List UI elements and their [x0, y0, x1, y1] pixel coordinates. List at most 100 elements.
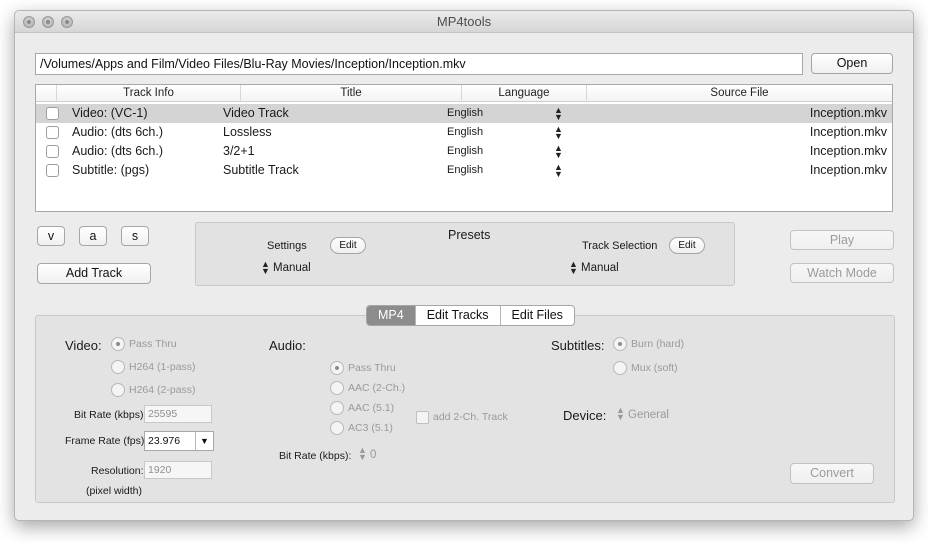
- track-language[interactable]: English: [447, 104, 483, 123]
- audio-bitrate-label: Bit Rate (kbps):: [279, 450, 352, 462]
- video-h264-2pass-radio[interactable]: [111, 383, 125, 397]
- table-row[interactable]: Video: (VC-1) Video Track English ▲ ▼ Inc…: [36, 104, 892, 123]
- device-stepper-icon[interactable]: ▲ ▼: [616, 406, 625, 422]
- window-title: MP4tools: [436, 14, 492, 29]
- video-passthru-radio[interactable]: [111, 337, 125, 351]
- audio-track-button[interactable]: a: [79, 226, 107, 246]
- subtitles-mux-radio[interactable]: [613, 361, 627, 375]
- track-source-file: Inception.mkv: [809, 106, 887, 120]
- audio-aac-51-radio[interactable]: [330, 401, 344, 415]
- track-info: Audio: (dts 6ch.): [72, 144, 164, 158]
- open-button[interactable]: Open: [811, 53, 893, 74]
- output-settings-panel: Video: Pass Thru H264 (1-pass) H264 (2-p…: [35, 315, 895, 503]
- track-source-file: Inception.mkv: [809, 144, 887, 158]
- track-info: Video: (VC-1): [72, 106, 148, 120]
- zoom-window-button[interactable]: [61, 16, 73, 28]
- language-stepper-icon[interactable]: ▲ ▼: [554, 106, 563, 122]
- track-selection-edit-button[interactable]: Edit: [669, 237, 705, 254]
- video-bitrate-field[interactable]: 25595: [144, 405, 212, 423]
- device-value[interactable]: General: [628, 409, 669, 421]
- presets-panel: Presets Settings Edit ▲ ▼ Manual Track Se…: [195, 222, 735, 286]
- tab-mp4[interactable]: MP4: [367, 306, 415, 325]
- track-title[interactable]: 3/2+1: [223, 142, 255, 161]
- audio-option-label: Pass Thru: [348, 362, 396, 374]
- audio-option-label: AAC (5.1): [348, 402, 395, 414]
- table-header: Track Info Title Language Source File: [36, 85, 892, 102]
- close-window-button[interactable]: [23, 16, 35, 28]
- settings-edit-button[interactable]: Edit: [330, 237, 366, 254]
- track-checkbox[interactable]: [46, 107, 59, 120]
- tracks-table: Track Info Title Language Source File Vi…: [35, 84, 893, 212]
- dropdown-arrow-icon[interactable]: ▼: [195, 432, 213, 450]
- resolution-field[interactable]: 1920: [144, 461, 212, 479]
- video-track-button[interactable]: v: [37, 226, 65, 246]
- audio-ac3-51-radio[interactable]: [330, 421, 344, 435]
- audio-bitrate-stepper-icon[interactable]: ▲ ▼: [358, 446, 367, 462]
- frame-rate-label: Frame Rate (fps):: [65, 435, 148, 447]
- track-info: Audio: (dts 6ch.): [72, 125, 164, 139]
- add-2ch-track-label: add 2-Ch. Track: [433, 411, 508, 423]
- file-path-field[interactable]: /Volumes/Apps and Film/Video Files/Blu-R…: [35, 53, 803, 75]
- track-title[interactable]: Lossless: [223, 123, 272, 142]
- watch-mode-button[interactable]: Watch Mode: [790, 263, 894, 283]
- settings-preset-value[interactable]: Manual: [273, 262, 311, 274]
- track-selection-stepper-icon[interactable]: ▲ ▼: [569, 260, 578, 276]
- track-source-file: Inception.mkv: [809, 163, 887, 177]
- add-2ch-track-checkbox[interactable]: [416, 411, 429, 424]
- subtitles-section-label: Subtitles:: [551, 338, 605, 353]
- language-stepper-icon[interactable]: ▲ ▼: [554, 163, 563, 179]
- column-title[interactable]: Title: [240, 85, 461, 102]
- play-button[interactable]: Play: [790, 230, 894, 250]
- app-window: MP4tools /Volumes/Apps and Film/Video Fi…: [14, 10, 914, 521]
- track-checkbox[interactable]: [46, 145, 59, 158]
- track-title[interactable]: Video Track: [223, 104, 289, 123]
- audio-option-label: AAC (2-Ch.): [348, 382, 406, 394]
- settings-label: Settings: [267, 240, 307, 252]
- video-option-label: H264 (1-pass): [129, 361, 196, 373]
- language-stepper-icon[interactable]: ▲ ▼: [554, 125, 563, 141]
- audio-passthru-radio[interactable]: [330, 361, 344, 375]
- video-bitrate-label: Bit Rate (kbps):: [74, 409, 147, 421]
- column-language[interactable]: Language: [461, 85, 586, 102]
- audio-option-label: AC3 (5.1): [348, 422, 393, 434]
- video-option-label: Pass Thru: [129, 338, 177, 350]
- track-language[interactable]: English: [447, 142, 483, 161]
- audio-bitrate-value[interactable]: 0: [370, 449, 376, 461]
- table-row[interactable]: Audio: (dts 6ch.) Lossless English ▲ ▼ In…: [36, 123, 892, 142]
- video-h264-1pass-radio[interactable]: [111, 360, 125, 374]
- settings-stepper-icon[interactable]: ▲ ▼: [261, 260, 270, 276]
- subtitle-track-button[interactable]: s: [121, 226, 149, 246]
- tab-edit-files[interactable]: Edit Files: [499, 306, 574, 325]
- tab-bar: MP4 Edit Tracks Edit Files: [366, 305, 575, 326]
- table-row[interactable]: Subtitle: (pgs) Subtitle Track English ▲…: [36, 161, 892, 180]
- track-checkbox[interactable]: [46, 126, 59, 139]
- table-row[interactable]: Audio: (dts 6ch.) 3/2+1 English ▲ ▼ Incep…: [36, 142, 892, 161]
- resolution-note: (pixel width): [86, 485, 143, 497]
- frame-rate-value: 23.976: [148, 435, 181, 447]
- track-language[interactable]: English: [447, 123, 483, 142]
- convert-button[interactable]: Convert: [790, 463, 874, 484]
- minimize-window-button[interactable]: [42, 16, 54, 28]
- subtitles-burn-radio[interactable]: [613, 337, 627, 351]
- audio-section-label: Audio:: [269, 338, 306, 353]
- track-selection-label: Track Selection: [582, 240, 658, 252]
- video-option-label: H264 (2-pass): [129, 384, 196, 396]
- title-bar: MP4tools: [15, 11, 913, 33]
- track-checkbox[interactable]: [46, 164, 59, 177]
- track-title[interactable]: Subtitle Track: [223, 161, 299, 180]
- tab-edit-tracks[interactable]: Edit Tracks: [414, 306, 500, 325]
- video-section-label: Video:: [65, 338, 102, 353]
- column-track-info[interactable]: Track Info: [56, 85, 240, 102]
- track-language[interactable]: English: [447, 161, 483, 180]
- device-label: Device:: [563, 408, 607, 423]
- language-stepper-icon[interactable]: ▲ ▼: [554, 144, 563, 160]
- track-selection-preset-value[interactable]: Manual: [581, 262, 619, 274]
- audio-aac-2ch-radio[interactable]: [330, 381, 344, 395]
- resolution-label: Resolution:: [91, 465, 144, 477]
- column-source-file[interactable]: Source File: [586, 85, 892, 102]
- subtitles-option-label: Mux (soft): [631, 362, 678, 374]
- add-track-button[interactable]: Add Track: [37, 263, 151, 284]
- frame-rate-combobox[interactable]: 23.976 ▼: [144, 431, 214, 451]
- track-source-file: Inception.mkv: [809, 125, 887, 139]
- subtitles-option-label: Burn (hard): [631, 338, 685, 350]
